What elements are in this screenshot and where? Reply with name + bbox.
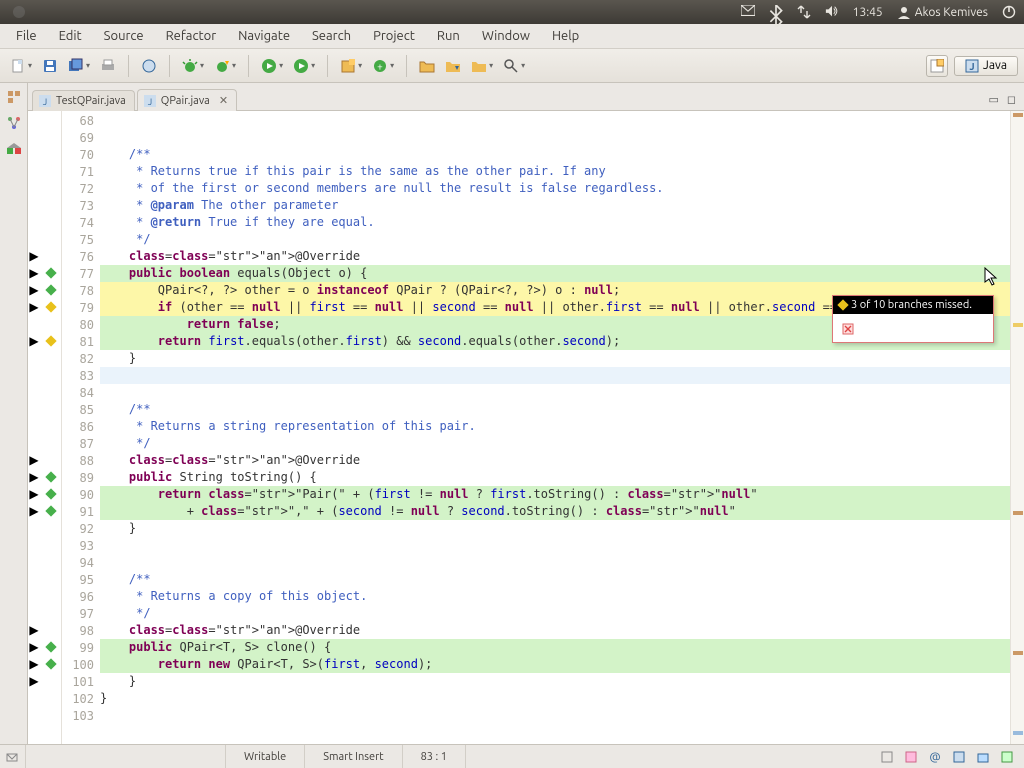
menu-edit[interactable]: Edit — [49, 26, 92, 46]
tab-testqpair[interactable]: J TestQPair.java — [32, 90, 135, 111]
menu-bar: File Edit Source Refactor Navigate Searc… — [0, 24, 1024, 49]
error-icon — [841, 322, 855, 336]
editor-minmax: ▭ ◻ — [980, 89, 1024, 110]
volume-icon[interactable] — [825, 5, 839, 19]
left-trim-bar — [0, 83, 28, 744]
new-button[interactable] — [6, 54, 36, 78]
new-project-button[interactable] — [336, 54, 366, 78]
tab-label: QPair.java — [161, 95, 210, 107]
debug-button[interactable] — [178, 54, 208, 78]
editor-area: J TestQPair.java J QPair.java ✕ ▭ ◻ ▶▶▶▶… — [28, 83, 1024, 744]
package-explorer-icon[interactable] — [6, 89, 22, 105]
svg-text:@: @ — [929, 751, 940, 764]
bluetooth-icon[interactable] — [769, 5, 783, 19]
system-menu-bar: 13:45 Akos Kemives — [0, 0, 1024, 24]
coverage-tooltip: 3 of 10 branches missed. — [832, 295, 994, 343]
user-name: Akos Kemives — [915, 6, 988, 19]
menu-refactor[interactable]: Refactor — [156, 26, 227, 46]
perspective-label: Java — [983, 59, 1007, 72]
debug-last-button[interactable] — [210, 54, 240, 78]
tab-label: TestQPair.java — [56, 95, 126, 107]
import-button[interactable] — [441, 54, 465, 78]
network-icon[interactable] — [797, 5, 811, 19]
status-tray: @ — [870, 750, 1024, 764]
status-icon[interactable] — [0, 745, 26, 768]
open-type-button[interactable] — [137, 54, 161, 78]
save-button[interactable] — [38, 54, 62, 78]
status-writable: Writable — [226, 745, 305, 768]
clock[interactable]: 13:45 — [853, 6, 883, 19]
new-package-button[interactable]: + — [368, 54, 398, 78]
menu-search[interactable]: Search — [302, 26, 361, 46]
menu-file[interactable]: File — [6, 26, 47, 46]
menu-run[interactable]: Run — [427, 26, 470, 46]
code-content[interactable]: /** * Returns true if this pair is the s… — [100, 111, 1010, 744]
code-editor[interactable]: ▶▶▶▶▶▶▶▶▶▶▶▶▶ 68697071727374757677787980… — [28, 111, 1024, 744]
status-empty — [26, 745, 226, 768]
user-menu[interactable]: Akos Kemives — [897, 5, 988, 19]
minimize-icon[interactable]: ▭ — [988, 93, 998, 106]
java-perspective-button[interactable]: J Java — [954, 56, 1018, 76]
tray-icon[interactable] — [976, 750, 990, 764]
svg-text:J: J — [43, 97, 47, 107]
power-icon[interactable] — [1002, 5, 1016, 19]
tray-icon[interactable] — [1000, 750, 1014, 764]
maximize-icon[interactable]: ◻ — [1007, 93, 1016, 106]
close-icon[interactable]: ✕ — [219, 94, 228, 107]
status-bar: Writable Smart Insert 83 : 1 @ — [0, 744, 1024, 768]
diamond-icon — [837, 299, 848, 310]
junit-icon[interactable] — [6, 141, 22, 157]
svg-text:+: + — [377, 61, 383, 72]
menu-help[interactable]: Help — [542, 26, 589, 46]
hierarchy-icon[interactable] — [6, 115, 22, 131]
app-icon — [12, 5, 26, 19]
tray-icon[interactable] — [952, 750, 966, 764]
tray-icon[interactable] — [880, 750, 894, 764]
overview-ruler[interactable] — [1010, 111, 1024, 744]
tab-qpair[interactable]: J QPair.java ✕ — [137, 89, 237, 111]
coverage-ruler[interactable] — [40, 111, 62, 744]
line-number-gutter[interactable]: 6869707172737475767778798081828384858687… — [62, 111, 100, 744]
run-last-button[interactable] — [289, 54, 319, 78]
open-resource-button[interactable] — [467, 54, 497, 78]
run-button[interactable] — [257, 54, 287, 78]
workspace: J TestQPair.java J QPair.java ✕ ▭ ◻ ▶▶▶▶… — [0, 83, 1024, 744]
search-button[interactable] — [499, 54, 529, 78]
tray-icon[interactable]: @ — [928, 750, 942, 764]
main-toolbar: + J Java — [0, 49, 1024, 83]
svg-text:J: J — [969, 61, 974, 72]
tray-icon[interactable] — [904, 750, 918, 764]
menu-source[interactable]: Source — [94, 26, 154, 46]
mail-icon[interactable] — [741, 5, 755, 19]
menu-window[interactable]: Window — [472, 26, 540, 46]
marker-bar[interactable]: ▶▶▶▶▶▶▶▶▶▶▶▶▶ — [28, 111, 40, 744]
status-position: 83 : 1 — [403, 745, 466, 768]
menu-navigate[interactable]: Navigate — [228, 26, 300, 46]
menu-project[interactable]: Project — [363, 26, 425, 46]
svg-text:J: J — [148, 97, 152, 107]
open-perspective-button[interactable] — [926, 55, 948, 77]
save-all-button[interactable] — [64, 54, 94, 78]
open-folder-button[interactable] — [415, 54, 439, 78]
editor-tabs: J TestQPair.java J QPair.java ✕ ▭ ◻ — [28, 83, 1024, 111]
coverage-tooltip-text: 3 of 10 branches missed. — [851, 299, 972, 311]
print-button[interactable] — [96, 54, 120, 78]
status-insert: Smart Insert — [305, 745, 402, 768]
